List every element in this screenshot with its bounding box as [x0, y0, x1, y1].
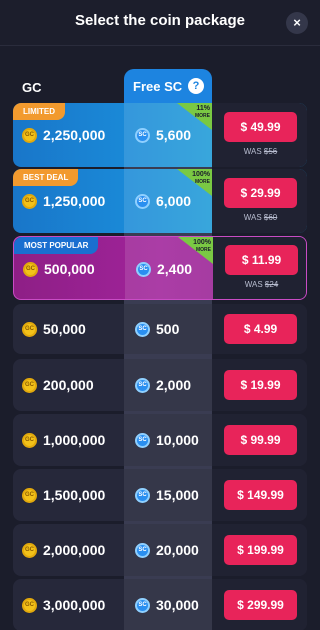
was-price: WAS $56 — [243, 147, 278, 156]
free-sc-column-header: Free SC ? — [124, 69, 212, 103]
gc-coin-icon: GC — [23, 261, 38, 277]
gc-coin-icon: GC — [22, 321, 37, 337]
sc-coin-icon: SC — [135, 542, 150, 558]
page-title: Select the coin package — [74, 12, 246, 29]
gc-amount: GC 1,000,000 — [22, 432, 105, 448]
package-row[interactable]: GC 1,000,000 SC 10,000 $ 99.99 — [13, 414, 307, 466]
gc-coin-icon: GC — [22, 487, 37, 503]
gc-amount: GC 1,250,000 — [22, 193, 105, 209]
close-icon[interactable]: × — [286, 12, 308, 34]
buy-button[interactable]: $ 299.99 — [224, 590, 297, 620]
gc-coin-icon: GC — [22, 377, 37, 393]
sc-amount: SC 30,000 — [135, 597, 199, 613]
most-popular-tag: MOST POPULAR — [14, 237, 99, 254]
gc-amount: GC 1,500,000 — [22, 487, 105, 503]
sc-amount: SC 2,000 — [135, 377, 191, 393]
best-deal-tag: BEST DEAL — [13, 169, 79, 186]
more-badge: 11% MORE — [177, 103, 212, 130]
package-row[interactable]: LIMITED GC 2,250,000 SC 5,600 11% MORE $… — [13, 103, 307, 167]
buy-button[interactable]: $ 199.99 — [224, 535, 297, 565]
gc-amount: GC 3,000,000 — [22, 597, 105, 613]
gc-amount: GC 2,000,000 — [22, 542, 105, 558]
sc-coin-icon: SC — [135, 377, 150, 393]
gc-coin-icon: GC — [22, 127, 37, 143]
gc-coin-icon: GC — [22, 193, 37, 209]
sc-amount: SC 15,000 — [135, 487, 199, 503]
more-badge: 100% MORE — [177, 169, 212, 196]
package-row[interactable]: MOST POPULAR GC 500,000 SC 2,400 100% MO… — [13, 236, 307, 300]
package-row[interactable]: BEST DEAL GC 1,250,000 SC 6,000 100% MOR… — [13, 169, 307, 233]
package-row[interactable]: GC 2,000,000 SC 20,000 $ 199.99 — [13, 524, 307, 576]
more-badge: 100% MORE — [178, 237, 213, 264]
sc-amount: SC 10,000 — [135, 432, 199, 448]
package-row[interactable]: GC 50,000 SC 500 $ 4.99 — [13, 304, 307, 354]
buy-button[interactable]: $ 19.99 — [224, 370, 297, 400]
gc-coin-icon: GC — [22, 432, 37, 448]
gc-amount: GC 2,250,000 — [22, 127, 105, 143]
sc-coin-icon: SC — [135, 432, 150, 448]
was-price: WAS $60 — [243, 213, 278, 222]
package-row[interactable]: GC 200,000 SC 2,000 $ 19.99 — [13, 359, 307, 411]
limited-tag: LIMITED — [13, 103, 65, 120]
gc-amount: GC 200,000 — [22, 377, 94, 393]
gc-amount: GC 50,000 — [22, 321, 86, 337]
gc-amount: GC 500,000 — [23, 261, 95, 277]
sc-coin-icon: SC — [135, 597, 150, 613]
was-price: WAS $24 — [244, 280, 279, 289]
sc-coin-icon: SC — [135, 487, 150, 503]
header: Select the coin package × — [0, 0, 320, 46]
help-icon[interactable]: ? — [188, 78, 204, 94]
sc-coin-icon: SC — [135, 127, 150, 143]
buy-button[interactable]: $ 99.99 — [224, 425, 297, 455]
package-row[interactable]: GC 1,500,000 SC 15,000 $ 149.99 — [13, 469, 307, 521]
buy-button[interactable]: $ 149.99 — [224, 480, 297, 510]
gc-coin-icon: GC — [22, 597, 37, 613]
sc-amount: SC 500 — [135, 321, 179, 337]
gc-coin-icon: GC — [22, 542, 37, 558]
sc-coin-icon: SC — [136, 261, 151, 277]
sc-coin-icon: SC — [135, 193, 150, 209]
sc-coin-icon: SC — [135, 321, 150, 337]
package-row[interactable]: GC 3,000,000 SC 30,000 $ 299.99 — [13, 579, 307, 630]
buy-button[interactable]: $ 4.99 — [224, 314, 297, 344]
free-sc-label: Free SC — [133, 79, 183, 94]
buy-button[interactable]: $ 29.99 — [224, 178, 297, 208]
buy-button[interactable]: $ 11.99 — [225, 245, 298, 275]
sc-amount: SC 20,000 — [135, 542, 199, 558]
gc-column-header: GC — [22, 80, 42, 95]
buy-button[interactable]: $ 49.99 — [224, 112, 297, 142]
